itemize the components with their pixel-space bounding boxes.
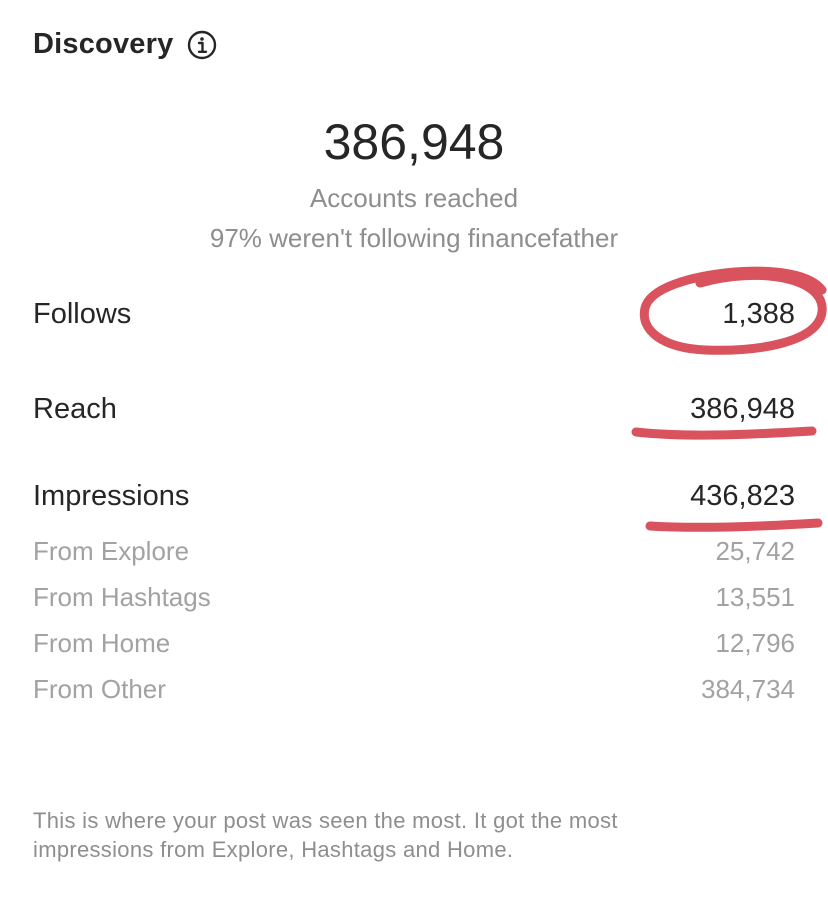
breakdown-value: 384,734 xyxy=(701,674,795,704)
follows-row: Follows 1,388 xyxy=(33,298,795,331)
follows-value: 1,388 xyxy=(722,298,795,330)
breakdown-row-home: From Home 12,796 xyxy=(33,628,795,659)
accounts-reached-value: 386,948 xyxy=(323,114,505,170)
accounts-reached-label: Accounts reached xyxy=(309,183,519,213)
impressions-underline-annotation xyxy=(645,518,823,532)
section-header: Discovery xyxy=(33,28,217,61)
insight-footer: This is where your post was seen the mos… xyxy=(33,806,733,864)
breakdown-label: From Other xyxy=(33,674,166,704)
reach-label: Reach xyxy=(33,393,117,425)
breakdown-label: From Home xyxy=(33,628,171,658)
breakdown-value: 13,551 xyxy=(715,582,795,612)
breakdown-row-other: From Other 384,734 xyxy=(33,674,795,705)
breakdown-label: From Hashtags xyxy=(33,582,211,612)
breakdown-value: 25,742 xyxy=(715,536,795,566)
breakdown-value: 12,796 xyxy=(715,628,795,658)
impressions-value: 436,823 xyxy=(690,480,795,512)
impressions-row: Impressions 436,823 xyxy=(33,480,795,513)
follows-label: Follows xyxy=(33,298,132,330)
reach-underline-annotation xyxy=(631,426,817,440)
non-followers-note: 97% weren't following financefather xyxy=(209,223,619,253)
breakdown-label: From Explore xyxy=(33,536,190,566)
reach-value: 386,948 xyxy=(690,393,795,425)
footer-line: impressions from Explore, Hashtags and H… xyxy=(33,837,514,862)
reach-row: Reach 386,948 xyxy=(33,393,795,426)
breakdown-row-hashtags: From Hashtags 13,551 xyxy=(33,582,795,613)
section-title: Discovery xyxy=(33,28,174,60)
impressions-label: Impressions xyxy=(33,480,190,512)
breakdown-row-explore: From Explore 25,742 xyxy=(33,536,795,567)
accounts-reached-summary: 386,948 Accounts reached 97% weren't fol… xyxy=(0,110,828,256)
info-circle-icon[interactable] xyxy=(187,30,217,60)
footer-line: This is where your post was seen the mos… xyxy=(33,808,618,833)
